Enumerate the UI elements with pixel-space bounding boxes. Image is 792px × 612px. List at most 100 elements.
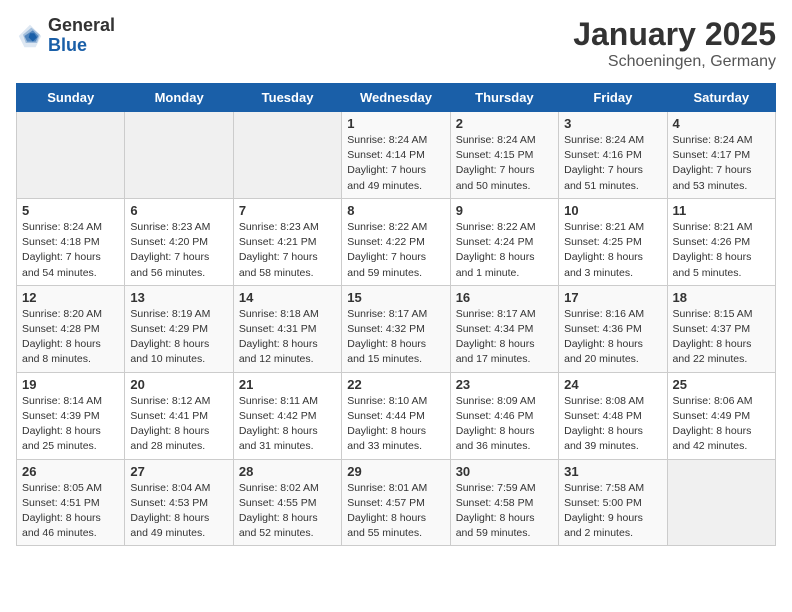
day-info: Sunrise: 8:24 AM Sunset: 4:14 PM Dayligh… — [347, 133, 444, 194]
day-number: 21 — [239, 377, 336, 392]
day-number: 16 — [456, 290, 553, 305]
day-number: 22 — [347, 377, 444, 392]
calendar-cell: 27Sunrise: 8:04 AM Sunset: 4:53 PM Dayli… — [125, 459, 233, 546]
day-number: 19 — [22, 377, 119, 392]
day-number: 28 — [239, 464, 336, 479]
day-info: Sunrise: 8:14 AM Sunset: 4:39 PM Dayligh… — [22, 394, 119, 455]
day-number: 23 — [456, 377, 553, 392]
day-number: 1 — [347, 116, 444, 131]
calendar-cell: 25Sunrise: 8:06 AM Sunset: 4:49 PM Dayli… — [667, 372, 775, 459]
weekday-header: Friday — [559, 84, 667, 112]
calendar-cell — [667, 459, 775, 546]
day-info: Sunrise: 8:23 AM Sunset: 4:20 PM Dayligh… — [130, 220, 227, 281]
day-info: Sunrise: 8:11 AM Sunset: 4:42 PM Dayligh… — [239, 394, 336, 455]
calendar-cell: 4 Sunrise: 8:24 AM Sunset: 4:17 PM Daylig… — [667, 112, 775, 199]
day-number: 24 — [564, 377, 661, 392]
calendar-cell: 24Sunrise: 8:08 AM Sunset: 4:48 PM Dayli… — [559, 372, 667, 459]
day-number: 13 — [130, 290, 227, 305]
calendar-cell: 15 Sunrise: 8:17 AM Sunset: 4:32 PM Dayli… — [342, 285, 450, 372]
calendar-cell: 5 Sunrise: 8:24 AM Sunset: 4:18 PM Daylig… — [17, 198, 125, 285]
day-info: Sunrise: 8:02 AM Sunset: 4:55 PM Dayligh… — [239, 481, 336, 542]
weekday-header: Tuesday — [233, 84, 341, 112]
day-number: 30 — [456, 464, 553, 479]
day-number: 3 — [564, 116, 661, 131]
day-number: 18 — [673, 290, 770, 305]
day-info: Sunrise: 8:01 AM Sunset: 4:57 PM Dayligh… — [347, 481, 444, 542]
day-number: 29 — [347, 464, 444, 479]
day-info: Sunrise: 8:19 AM Sunset: 4:29 PM Dayligh… — [130, 307, 227, 368]
weekday-header: Monday — [125, 84, 233, 112]
day-number: 14 — [239, 290, 336, 305]
calendar-cell: 7 Sunrise: 8:23 AM Sunset: 4:21 PM Daylig… — [233, 198, 341, 285]
logo-blue-text: Blue — [48, 36, 115, 56]
calendar-cell: 31Sunrise: 7:58 AM Sunset: 5:00 PM Dayli… — [559, 459, 667, 546]
day-number: 8 — [347, 203, 444, 218]
day-info: Sunrise: 8:18 AM Sunset: 4:31 PM Dayligh… — [239, 307, 336, 368]
day-number: 20 — [130, 377, 227, 392]
calendar-cell: 10 Sunrise: 8:21 AM Sunset: 4:25 PM Dayli… — [559, 198, 667, 285]
day-number: 5 — [22, 203, 119, 218]
day-info: Sunrise: 8:05 AM Sunset: 4:51 PM Dayligh… — [22, 481, 119, 542]
day-info: Sunrise: 8:24 AM Sunset: 4:17 PM Dayligh… — [673, 133, 770, 194]
weekday-header: Thursday — [450, 84, 558, 112]
calendar-cell: 21 Sunrise: 8:11 AM Sunset: 4:42 PM Dayli… — [233, 372, 341, 459]
calendar-cell: 11 Sunrise: 8:21 AM Sunset: 4:26 PM Dayli… — [667, 198, 775, 285]
calendar-cell: 1 Sunrise: 8:24 AM Sunset: 4:14 PM Daylig… — [342, 112, 450, 199]
calendar-cell: 28 Sunrise: 8:02 AM Sunset: 4:55 PM Dayli… — [233, 459, 341, 546]
day-info: Sunrise: 8:10 AM Sunset: 4:44 PM Dayligh… — [347, 394, 444, 455]
weekday-header: Sunday — [17, 84, 125, 112]
day-info: Sunrise: 8:12 AM Sunset: 4:41 PM Dayligh… — [130, 394, 227, 455]
calendar-cell: 6 Sunrise: 8:23 AM Sunset: 4:20 PM Daylig… — [125, 198, 233, 285]
day-info: Sunrise: 8:24 AM Sunset: 4:16 PM Dayligh… — [564, 133, 661, 194]
calendar-week-row: 26Sunrise: 8:05 AM Sunset: 4:51 PM Dayli… — [17, 459, 776, 546]
calendar-week-row: 1 Sunrise: 8:24 AM Sunset: 4:14 PM Daylig… — [17, 112, 776, 199]
day-number: 27 — [130, 464, 227, 479]
day-info: Sunrise: 8:16 AM Sunset: 4:36 PM Dayligh… — [564, 307, 661, 368]
day-info: Sunrise: 8:21 AM Sunset: 4:26 PM Dayligh… — [673, 220, 770, 281]
logo-text: General Blue — [48, 16, 115, 56]
day-info: Sunrise: 8:15 AM Sunset: 4:37 PM Dayligh… — [673, 307, 770, 368]
day-info: Sunrise: 8:06 AM Sunset: 4:49 PM Dayligh… — [673, 394, 770, 455]
calendar-cell: 23Sunrise: 8:09 AM Sunset: 4:46 PM Dayli… — [450, 372, 558, 459]
day-info: Sunrise: 8:22 AM Sunset: 4:22 PM Dayligh… — [347, 220, 444, 281]
day-number: 4 — [673, 116, 770, 131]
day-info: Sunrise: 8:21 AM Sunset: 4:25 PM Dayligh… — [564, 220, 661, 281]
calendar-cell: 20 Sunrise: 8:12 AM Sunset: 4:41 PM Dayli… — [125, 372, 233, 459]
calendar-cell — [233, 112, 341, 199]
calendar-cell: 2 Sunrise: 8:24 AM Sunset: 4:15 PM Daylig… — [450, 112, 558, 199]
weekday-header: Wednesday — [342, 84, 450, 112]
calendar-cell: 14 Sunrise: 8:18 AM Sunset: 4:31 PM Dayli… — [233, 285, 341, 372]
calendar-cell — [17, 112, 125, 199]
day-number: 17 — [564, 290, 661, 305]
day-number: 10 — [564, 203, 661, 218]
weekday-header: Saturday — [667, 84, 775, 112]
day-info: Sunrise: 8:17 AM Sunset: 4:32 PM Dayligh… — [347, 307, 444, 368]
calendar-cell: 30Sunrise: 7:59 AM Sunset: 4:58 PM Dayli… — [450, 459, 558, 546]
day-number: 2 — [456, 116, 553, 131]
day-number: 6 — [130, 203, 227, 218]
calendar-cell: 29 Sunrise: 8:01 AM Sunset: 4:57 PM Dayli… — [342, 459, 450, 546]
calendar-cell: 16Sunrise: 8:17 AM Sunset: 4:34 PM Dayli… — [450, 285, 558, 372]
page-header: General Blue January 2025 Schoeningen, G… — [16, 16, 776, 71]
calendar-cell: 26Sunrise: 8:05 AM Sunset: 4:51 PM Dayli… — [17, 459, 125, 546]
day-info: Sunrise: 8:23 AM Sunset: 4:21 PM Dayligh… — [239, 220, 336, 281]
day-info: Sunrise: 8:24 AM Sunset: 4:15 PM Dayligh… — [456, 133, 553, 194]
day-number: 7 — [239, 203, 336, 218]
day-number: 15 — [347, 290, 444, 305]
calendar-cell: 3 Sunrise: 8:24 AM Sunset: 4:16 PM Daylig… — [559, 112, 667, 199]
calendar-cell: 9Sunrise: 8:22 AM Sunset: 4:24 PM Daylig… — [450, 198, 558, 285]
logo: General Blue — [16, 16, 115, 56]
calendar-week-row: 19 Sunrise: 8:14 AM Sunset: 4:39 PM Dayli… — [17, 372, 776, 459]
day-number: 9 — [456, 203, 553, 218]
calendar-cell — [125, 112, 233, 199]
logo-general-text: General — [48, 16, 115, 36]
day-number: 12 — [22, 290, 119, 305]
day-number: 31 — [564, 464, 661, 479]
calendar-cell: 12Sunrise: 8:20 AM Sunset: 4:28 PM Dayli… — [17, 285, 125, 372]
day-number: 11 — [673, 203, 770, 218]
month-title: January 2025 — [573, 16, 776, 53]
calendar-cell: 17 Sunrise: 8:16 AM Sunset: 4:36 PM Dayli… — [559, 285, 667, 372]
day-info: Sunrise: 8:24 AM Sunset: 4:18 PM Dayligh… — [22, 220, 119, 281]
title-block: January 2025 Schoeningen, Germany — [573, 16, 776, 71]
calendar-cell: 13 Sunrise: 8:19 AM Sunset: 4:29 PM Dayli… — [125, 285, 233, 372]
